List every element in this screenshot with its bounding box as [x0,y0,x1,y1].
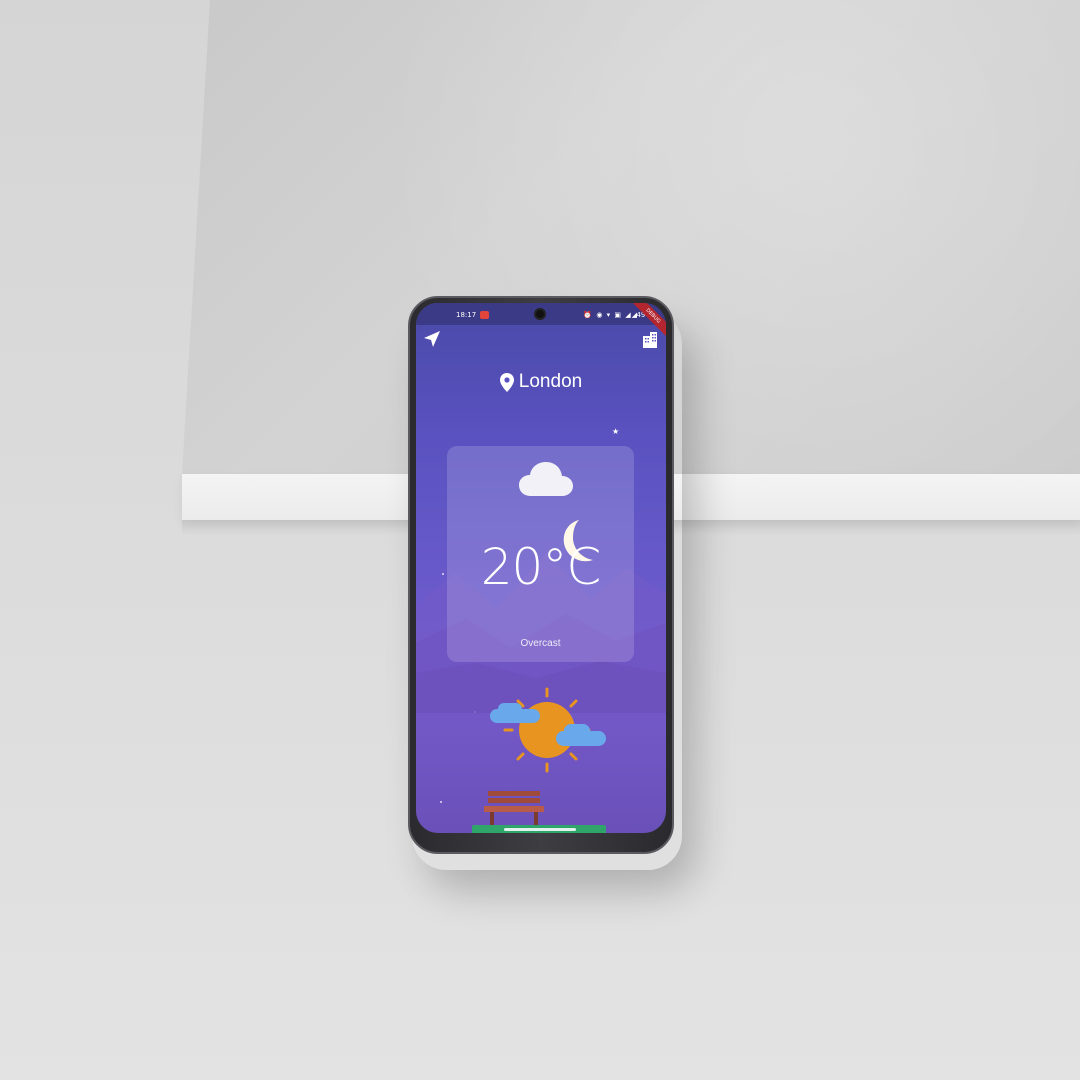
location-pin-icon [499,372,514,392]
home-indicator[interactable] [504,828,576,831]
sun-behind-clouds-icon [490,687,606,773]
front-camera [534,308,546,320]
notification-badge-icon [480,311,489,319]
location-name: London [518,371,583,392]
cloud-icon [519,462,573,496]
phone-screen: 18:17 ⏰ ◉ ▾ ▣ ◢◢ 49% DEBUG London ★ [416,303,666,833]
status-icons: ⏰ ◉ ▾ ▣ ◢◢ [583,311,638,319]
status-time: 18:17 [456,311,477,319]
bench-icon [484,791,544,825]
star-icon: ★ [612,427,620,436]
navigation-arrow-icon[interactable] [422,329,442,349]
status-bar: 18:17 ⏰ ◉ ▾ ▣ ◢◢ 49% DEBUG [416,303,666,345]
location-header[interactable]: London [416,371,666,393]
star-dot [440,801,442,803]
weather-condition: Overcast [520,638,561,649]
weather-card: 20°C Overcast [447,446,634,662]
city-buildings-icon[interactable] [640,329,660,349]
temperature-value: 20°C [480,538,602,596]
